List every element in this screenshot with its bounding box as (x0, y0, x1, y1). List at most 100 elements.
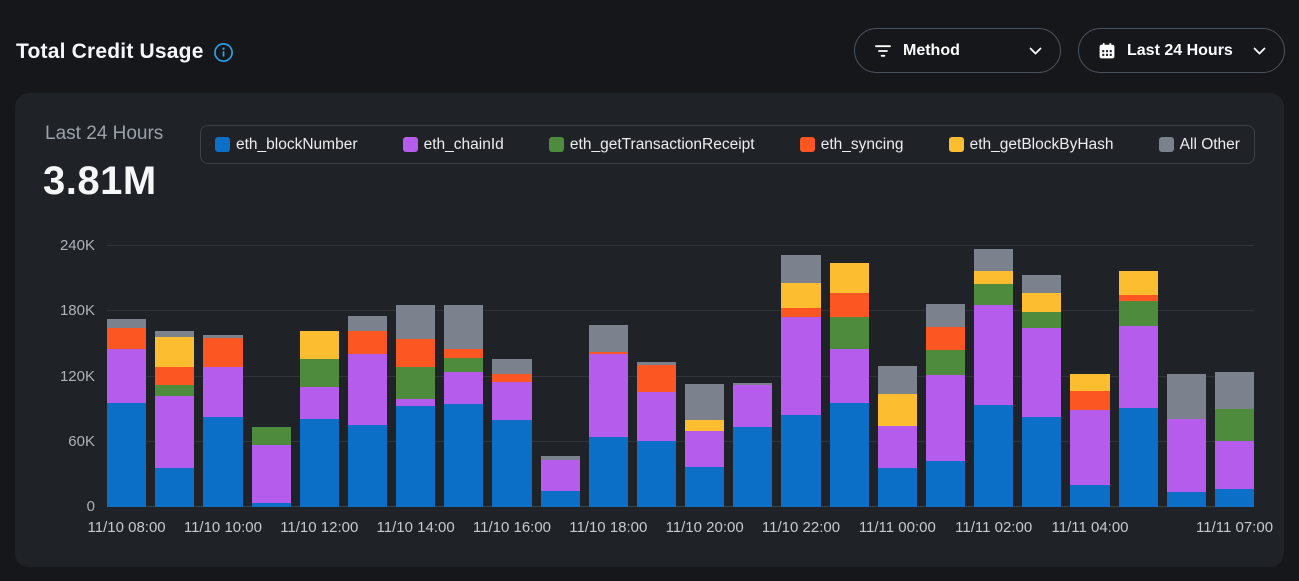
bar-segment-eth_blockNumber[interactable] (252, 503, 291, 507)
bar-segment-eth_getTransactionReceipt[interactable] (155, 385, 194, 396)
bar-segment-eth_getTransactionReceipt[interactable] (830, 317, 869, 350)
bar-segment-eth_chainId[interactable] (492, 382, 531, 420)
bar-segment-eth_chainId[interactable] (348, 354, 387, 426)
bar-segment-eth_blockNumber[interactable] (637, 441, 676, 507)
stacked-bar[interactable] (733, 383, 772, 507)
bar-segment-eth_syncing[interactable] (107, 328, 146, 350)
stacked-bar[interactable] (1070, 374, 1109, 507)
stacked-bar[interactable] (1215, 372, 1254, 507)
legend-item[interactable]: All Other (1159, 136, 1240, 154)
bar-segment-All Other[interactable] (1167, 374, 1206, 419)
stacked-bar[interactable] (878, 366, 917, 507)
bar-segment-eth_getTransactionReceipt[interactable] (396, 367, 435, 400)
bar-segment-eth_blockNumber[interactable] (878, 468, 917, 507)
bar-segment-eth_chainId[interactable] (1215, 441, 1254, 489)
bar-segment-eth_syncing[interactable] (1070, 391, 1109, 411)
bar-segment-eth_chainId[interactable] (1070, 410, 1109, 485)
bar-segment-eth_getTransactionReceipt[interactable] (444, 358, 483, 372)
legend-item[interactable]: eth_getBlockByHash (949, 136, 1114, 154)
bar-segment-eth_chainId[interactable] (878, 426, 917, 468)
bar-segment-eth_syncing[interactable] (348, 331, 387, 354)
stacked-bar[interactable] (1022, 275, 1061, 507)
bar-segment-eth_blockNumber[interactable] (492, 420, 531, 507)
bar-segment-eth_syncing[interactable] (830, 293, 869, 317)
bar-segment-eth_syncing[interactable] (492, 374, 531, 382)
bar-segment-eth_blockNumber[interactable] (733, 427, 772, 508)
bar-segment-eth_getBlockByHash[interactable] (300, 331, 339, 359)
bar-segment-eth_blockNumber[interactable] (396, 406, 435, 507)
bar-segment-eth_chainId[interactable] (974, 305, 1013, 405)
bar-segment-eth_chainId[interactable] (733, 385, 772, 426)
bar-segment-All Other[interactable] (1022, 275, 1061, 292)
bar-segment-eth_getTransactionReceipt[interactable] (300, 359, 339, 387)
bar-segment-All Other[interactable] (396, 305, 435, 339)
bar-segment-All Other[interactable] (444, 305, 483, 350)
bar-segment-eth_syncing[interactable] (926, 327, 965, 351)
bar-segment-eth_syncing[interactable] (444, 349, 483, 358)
bar-segment-All Other[interactable] (107, 319, 146, 328)
stacked-bar[interactable] (444, 305, 483, 507)
stacked-bar[interactable] (203, 335, 242, 507)
bar-segment-eth_syncing[interactable] (155, 367, 194, 386)
bar-segment-eth_blockNumber[interactable] (541, 491, 580, 507)
stacked-bar[interactable] (492, 359, 531, 507)
bar-segment-eth_blockNumber[interactable] (300, 419, 339, 507)
bar-segment-eth_blockNumber[interactable] (926, 461, 965, 507)
bar-segment-eth_chainId[interactable] (637, 392, 676, 441)
bar-segment-All Other[interactable] (781, 255, 820, 283)
bar-segment-eth_getBlockByHash[interactable] (1119, 271, 1158, 295)
time-range-dropdown[interactable]: Last 24 Hours (1078, 28, 1285, 73)
bar-segment-eth_blockNumber[interactable] (155, 468, 194, 507)
bar-segment-eth_getBlockByHash[interactable] (974, 271, 1013, 284)
bar-segment-eth_chainId[interactable] (1022, 328, 1061, 417)
bar-segment-eth_syncing[interactable] (396, 339, 435, 367)
bar-segment-eth_getBlockByHash[interactable] (830, 263, 869, 292)
bar-segment-eth_getTransactionReceipt[interactable] (926, 350, 965, 375)
legend-item[interactable]: eth_chainId (403, 136, 504, 154)
info-icon[interactable] (213, 42, 234, 63)
bar-segment-eth_chainId[interactable] (541, 460, 580, 490)
bar-segment-All Other[interactable] (878, 366, 917, 394)
bar-segment-eth_chainId[interactable] (444, 372, 483, 404)
bar-segment-eth_chainId[interactable] (300, 387, 339, 419)
stacked-bar[interactable] (541, 456, 580, 507)
bar-segment-eth_getBlockByHash[interactable] (1070, 374, 1109, 390)
stacked-bar[interactable] (252, 427, 291, 507)
bar-segment-All Other[interactable] (926, 304, 965, 327)
bar-segment-All Other[interactable] (348, 316, 387, 331)
bar-segment-eth_blockNumber[interactable] (1119, 408, 1158, 507)
stacked-bar[interactable] (107, 319, 146, 507)
legend-item[interactable]: eth_getTransactionReceipt (549, 136, 755, 154)
bar-segment-All Other[interactable] (974, 249, 1013, 271)
stacked-bar[interactable] (300, 331, 339, 507)
bar-segment-All Other[interactable] (589, 325, 628, 351)
stacked-bar[interactable] (396, 305, 435, 507)
bar-segment-eth_blockNumber[interactable] (444, 404, 483, 507)
stacked-bar[interactable] (830, 263, 869, 507)
bar-segment-eth_getBlockByHash[interactable] (685, 420, 724, 431)
bar-segment-eth_getBlockByHash[interactable] (1022, 293, 1061, 313)
bar-segment-All Other[interactable] (1215, 372, 1254, 409)
bar-segment-eth_chainId[interactable] (781, 317, 820, 415)
stacked-bar[interactable] (685, 384, 724, 507)
stacked-bar[interactable] (1167, 374, 1206, 507)
bar-segment-eth_chainId[interactable] (155, 396, 194, 468)
bar-segment-eth_blockNumber[interactable] (1167, 492, 1206, 507)
stacked-bar[interactable] (348, 316, 387, 507)
bar-segment-eth_blockNumber[interactable] (203, 417, 242, 507)
bar-segment-eth_blockNumber[interactable] (1070, 485, 1109, 507)
bar-segment-eth_getTransactionReceipt[interactable] (1215, 409, 1254, 441)
bar-segment-eth_blockNumber[interactable] (830, 403, 869, 507)
bar-segment-eth_blockNumber[interactable] (107, 403, 146, 507)
stacked-bar[interactable] (781, 255, 820, 507)
bar-segment-eth_syncing[interactable] (781, 308, 820, 317)
bar-segment-eth_getTransactionReceipt[interactable] (252, 427, 291, 446)
bar-segment-eth_blockNumber[interactable] (589, 437, 628, 507)
stacked-bar[interactable] (589, 325, 628, 507)
legend-item[interactable]: eth_blockNumber (215, 136, 357, 154)
bar-segment-eth_chainId[interactable] (589, 354, 628, 438)
bar-segment-eth_getBlockByHash[interactable] (878, 394, 917, 426)
bar-segment-eth_getTransactionReceipt[interactable] (1119, 301, 1158, 326)
bar-segment-eth_syncing[interactable] (203, 338, 242, 366)
bar-segment-All Other[interactable] (492, 359, 531, 374)
